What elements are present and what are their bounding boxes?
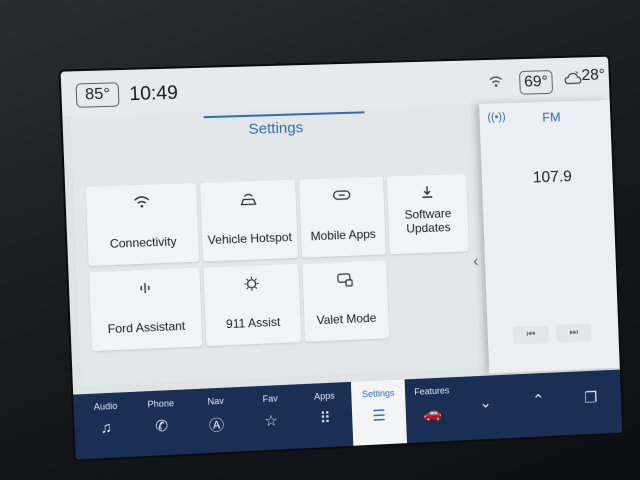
settings-title: Settings — [248, 119, 304, 138]
nav-navigation[interactable]: Nav Ⓐ — [188, 387, 245, 454]
hotspot-icon — [201, 190, 297, 213]
vehicle-hotspot-tile[interactable]: Vehicle Hotspot — [200, 179, 299, 262]
tile-label: Valet Mode — [316, 310, 377, 328]
car-icon: 🚗 — [423, 404, 443, 423]
outside-temperature: 28° — [581, 66, 606, 85]
911-assist-tile[interactable]: 911 Assist — [203, 263, 302, 347]
nav-label: Audio — [93, 400, 118, 412]
chevron-up-icon: ⌃ — [531, 391, 545, 410]
software-updates-tile[interactable]: Software Updates — [386, 173, 469, 255]
infotainment-screen: 85° 10:49 69° 28° Settings Connectivity — [60, 56, 623, 460]
passenger-temp-button[interactable]: 69° — [518, 70, 554, 95]
nav-features[interactable]: Features 🚗 — [405, 377, 461, 443]
radio-panel[interactable]: ((•)) FM 107.9 ⏮ ⏭ — [479, 100, 620, 374]
seek-back-icon[interactable]: ⏮ — [513, 325, 549, 345]
tile-label: Vehicle Hotspot — [207, 229, 293, 248]
assistant-icon — [89, 278, 200, 303]
nav-label: Settings — [361, 387, 395, 400]
radio-band: FM — [541, 109, 561, 125]
wifi-icon — [86, 193, 197, 217]
navigation-icon: Ⓐ — [208, 416, 225, 435]
tile-label: Ford Assistant — [107, 318, 186, 337]
settings-panel: Settings Connectivity Vehicle Hotspot Mo… — [70, 104, 486, 410]
tile-label: 911 Assist — [225, 314, 281, 332]
apps-grid-icon: ⠿ — [319, 409, 332, 428]
nav-settings[interactable]: Settings ☰ — [350, 379, 407, 446]
driver-temp-button[interactable]: 85° — [75, 82, 120, 108]
ford-assistant-tile[interactable]: Ford Assistant — [89, 267, 203, 352]
star-icon: ☆ — [263, 412, 279, 431]
seek-forward-icon[interactable]: ⏭ — [555, 323, 592, 343]
nav-label: Fav — [262, 393, 278, 405]
valet-lock-icon — [303, 270, 388, 293]
chevron-left-icon[interactable]: ‹ — [473, 253, 479, 271]
nav-phone[interactable]: Phone ✆ — [133, 389, 191, 456]
mobile-apps-tile[interactable]: Mobile Apps — [299, 176, 386, 258]
nav-label: Apps — [313, 390, 335, 402]
tile-label: Mobile Apps — [310, 226, 377, 244]
antenna-icon: ((•)) — [487, 111, 506, 124]
nav-expand[interactable]: ⌃ — [511, 372, 566, 438]
clock: 10:49 — [128, 82, 179, 106]
tile-label: Connectivity — [109, 234, 177, 251]
valet-mode-tile[interactable]: Valet Mode — [302, 260, 390, 342]
sliders-icon: ☰ — [372, 407, 387, 425]
nav-label: Nav — [207, 395, 224, 407]
nav-windows[interactable]: ❐ — [564, 370, 619, 436]
phone-icon: ✆ — [154, 417, 169, 436]
nav-favorites[interactable]: Fav ☆ — [242, 384, 299, 451]
nav-apps[interactable]: Apps ⠿ — [297, 382, 353, 449]
windows-icon: ❐ — [584, 389, 598, 407]
download-icon — [387, 184, 467, 207]
nav-collapse[interactable]: ⌄ — [458, 375, 513, 441]
nav-audio[interactable]: Audio ♫ — [77, 392, 135, 459]
nav-label: Features — [414, 385, 450, 397]
tile-label: Software Updates — [404, 206, 452, 236]
connectivity-tile[interactable]: Connectivity — [85, 183, 200, 266]
radio-frequency: 107.9 — [532, 168, 573, 187]
emergency-icon — [204, 274, 300, 298]
chevron-down-icon: ⌄ — [478, 394, 492, 412]
link-icon — [299, 187, 384, 210]
nav-label: Phone — [147, 398, 175, 410]
music-note-icon: ♫ — [100, 419, 113, 437]
wifi-status-icon — [488, 73, 504, 87]
